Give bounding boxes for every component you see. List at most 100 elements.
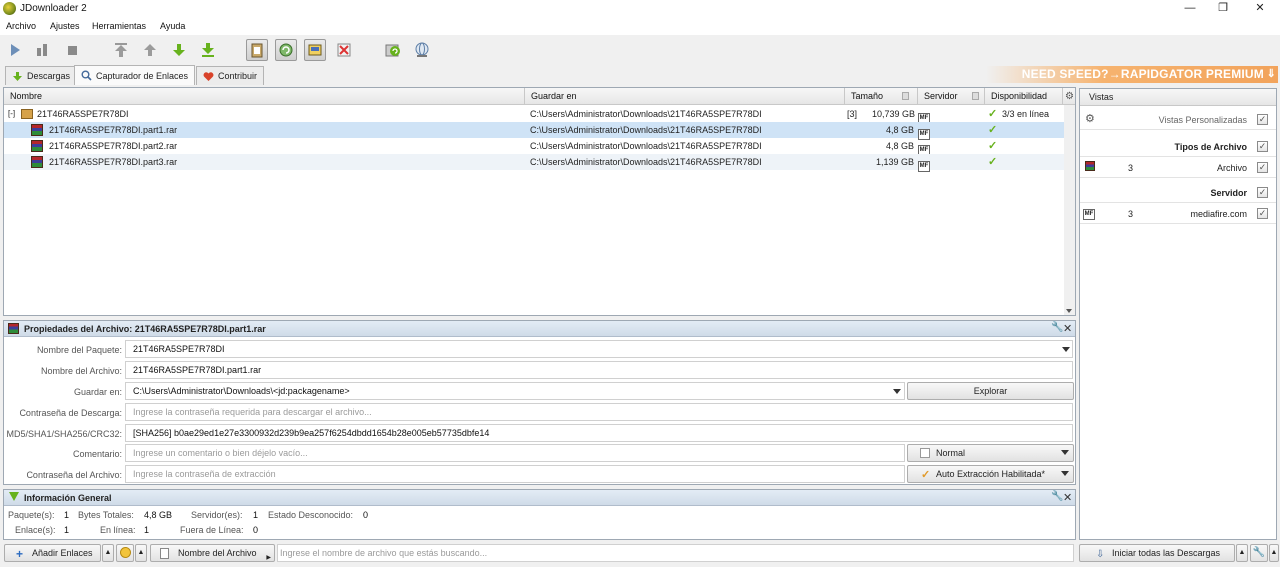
priority-dropdown[interactable]: Normal: [907, 444, 1074, 462]
package-row[interactable]: [-] 21T46RA5SPE7R78DI C:\Users\Administr…: [4, 106, 1064, 124]
close-panel-icon[interactable]: ✕: [1063, 322, 1072, 335]
tab-contribuir[interactable]: Contribuir: [196, 66, 265, 85]
column-disponibilidad[interactable]: Disponibilidad: [985, 88, 1063, 105]
auto-reconnect-icon[interactable]: [275, 39, 297, 61]
mediafire-icon: MF: [1083, 207, 1095, 220]
auto-extract-dropdown[interactable]: ✓ Auto Extracción Habilitada*: [907, 465, 1074, 483]
table-row[interactable]: 21T46RA5SPE7R78DI.part3.rar C:\Users\Adm…: [4, 154, 1064, 172]
menu-ajustes[interactable]: Ajustes: [50, 21, 80, 31]
check-icon: ✓: [921, 469, 931, 481]
minimize-button[interactable]: —: [1173, 0, 1207, 18]
download-arrow-icon: [12, 71, 23, 82]
move-top-icon[interactable]: [110, 39, 132, 61]
file-types-checkbox[interactable]: ✓: [1257, 141, 1268, 152]
search-input[interactable]: Ingrese el nombre de archivo que estás b…: [277, 544, 1074, 562]
close-panel-icon[interactable]: ✕: [1063, 491, 1072, 504]
archive-type-row[interactable]: 3 Archivo ✓: [1080, 157, 1276, 178]
servers-value: 1: [253, 510, 259, 520]
tools-menu-button[interactable]: ▲: [1269, 544, 1279, 562]
custom-views-checkbox[interactable]: ✓: [1257, 114, 1268, 125]
total-bytes-value: 4,8 GB: [144, 510, 173, 520]
rar-file-icon: [31, 140, 43, 152]
rapidgator-promo-banner[interactable]: NEED SPEED?→RAPIDGATOR PREMIUM ⇓: [986, 66, 1278, 83]
file-size: 4,8 GB: [885, 125, 914, 135]
maximize-button[interactable]: ❐: [1206, 0, 1240, 18]
file-types-header: Tipos de Archivo: [1174, 142, 1247, 152]
wrench-icon[interactable]: 🔧: [1051, 322, 1063, 333]
wrench-icon[interactable]: 🔧: [1051, 491, 1063, 502]
file-name: 21T46RA5SPE7R78DI.part2.rar: [49, 141, 178, 151]
views-panel-title: Vistas: [1080, 89, 1276, 106]
update-icon[interactable]: [382, 39, 404, 61]
add-links-button[interactable]: + Añadir Enlaces: [4, 544, 101, 562]
filter-mode-label: Nombre del Archivo: [178, 548, 257, 558]
package-name: 21T46RA5SPE7R78DI: [37, 109, 129, 119]
stop-downloads-icon[interactable]: [61, 39, 83, 61]
lock-icon: [902, 92, 909, 100]
comment-field[interactable]: Ingrese un comentario o bien déjelo vací…: [125, 444, 905, 462]
browse-button[interactable]: Explorar: [907, 382, 1074, 400]
chevron-down-icon: [1061, 471, 1069, 476]
column-nombre[interactable]: Nombre: [4, 88, 525, 105]
servers-label: Servidor(es):: [191, 510, 243, 520]
close-window-button[interactable]: ✕: [1243, 0, 1277, 18]
premium-toggle-icon[interactable]: [304, 39, 326, 61]
move-bottom-icon[interactable]: [197, 39, 219, 61]
column-guardar-en[interactable]: Guardar en: [525, 88, 845, 105]
tab-capturador-de-enlaces[interactable]: Capturador de Enlaces: [74, 65, 196, 85]
silent-mode-icon[interactable]: [333, 39, 355, 61]
offline-label: Fuera de Línea:: [180, 525, 244, 535]
linkgrabber-icon: ⇩: [1096, 549, 1105, 560]
mediafire-row[interactable]: MF 3 mediafire.com ✓: [1080, 203, 1276, 224]
toolbar: [0, 35, 1280, 65]
rar-file-icon: [8, 323, 19, 334]
add-links-menu-button[interactable]: ▲: [102, 544, 114, 562]
menu-ayuda[interactable]: Ayuda: [160, 21, 185, 31]
chevron-down-icon[interactable]: [893, 389, 901, 394]
total-bytes-label: Bytes Totales:: [78, 510, 134, 520]
clear-menu-button[interactable]: ▲: [135, 544, 147, 562]
chevron-down-icon[interactable]: [1062, 347, 1070, 352]
move-up-icon[interactable]: [139, 39, 161, 61]
package-path: C:\Users\Administrator\Downloads\21T46RA…: [530, 109, 762, 119]
reconnect-globe-icon[interactable]: [411, 39, 433, 61]
table-scrollbar[interactable]: [1064, 105, 1075, 315]
gear-icon[interactable]: ⚙: [1085, 112, 1095, 125]
hash-field[interactable]: [SHA256] b0ae29ed1e27e3300932d239b9ea257…: [125, 424, 1073, 442]
tools-icon[interactable]: 🔧: [1250, 544, 1268, 562]
mediafire-checkbox[interactable]: ✓: [1257, 208, 1268, 219]
pause-downloads-icon[interactable]: [31, 39, 53, 61]
move-down-icon[interactable]: [168, 39, 190, 61]
download-password-field[interactable]: Ingrese la contraseña requerida para des…: [125, 403, 1073, 421]
archive-checkbox[interactable]: ✓: [1257, 162, 1268, 173]
column-settings-icon[interactable]: ⚙: [1065, 91, 1074, 102]
collapse-toggle[interactable]: [-]: [8, 106, 15, 122]
start-downloads-icon[interactable]: [4, 39, 26, 61]
search-filter-dropdown[interactable]: Nombre del Archivo ▶: [150, 544, 275, 562]
save-to-field[interactable]: C:\Users\Administrator\Downloads\<jd:pac…: [125, 382, 905, 400]
table-row[interactable]: 21T46RA5SPE7R78DI.part2.rar C:\Users\Adm…: [4, 138, 1064, 156]
clear-list-button[interactable]: [116, 544, 134, 562]
lock-icon: [972, 92, 979, 100]
online-value: 1: [144, 525, 150, 535]
file-name-field[interactable]: 21T46RA5SPE7R78DI.part1.rar: [125, 361, 1073, 379]
server-checkbox[interactable]: ✓: [1257, 187, 1268, 198]
table-row[interactable]: 21T46RA5SPE7R78DI.part1.rar C:\Users\Adm…: [4, 122, 1064, 140]
mf-label: MF: [918, 161, 930, 172]
custom-views-row[interactable]: ⚙ Vistas Personalizadas ✓: [1080, 109, 1276, 130]
start-all-menu-button[interactable]: ▲: [1236, 544, 1248, 562]
archive-password-field[interactable]: Ingrese la contraseña de extracción: [125, 465, 905, 483]
package-name-field[interactable]: 21T46RA5SPE7R78DI: [125, 340, 1073, 358]
offline-value: 0: [253, 525, 259, 535]
clipboard-monitor-icon[interactable]: [246, 39, 268, 61]
menu-archivo[interactable]: Archivo: [6, 21, 36, 31]
file-properties-panel: Propiedades del Archivo: 21T46RA5SPE7R78…: [3, 320, 1076, 485]
add-links-label: Añadir Enlaces: [32, 548, 93, 558]
tab-descargas[interactable]: Descargas: [5, 66, 78, 85]
start-all-downloads-button[interactable]: ⇩ Iniciar todas las Descargas: [1079, 544, 1235, 562]
general-info-title: Información General: [4, 490, 1075, 506]
scroll-down-icon[interactable]: [1066, 309, 1072, 313]
archive-type-icon: [1085, 161, 1095, 171]
file-path: C:\Users\Administrator\Downloads\21T46RA…: [530, 157, 762, 167]
menu-herramientas[interactable]: Herramientas: [92, 21, 146, 31]
